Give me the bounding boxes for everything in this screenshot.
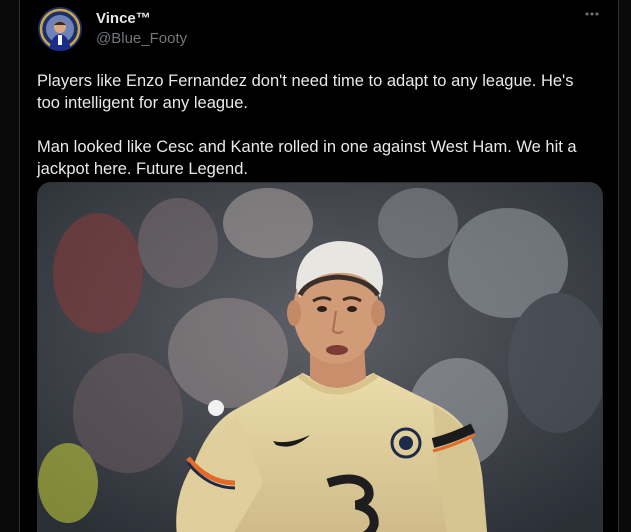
player-photo bbox=[38, 183, 602, 532]
tweet-paragraph-1: Players like Enzo Fernandez don't need t… bbox=[37, 72, 574, 112]
tweet-paragraph-2: Man looked like Cesc and Kante rolled in… bbox=[37, 138, 577, 178]
ellipsis-icon[interactable] bbox=[580, 6, 604, 28]
avatar-image bbox=[38, 7, 82, 51]
tweet-card[interactable]: Vince™ @Blue_Footy Players like Enzo Fer… bbox=[19, 0, 619, 532]
author-name[interactable]: Vince™ bbox=[96, 10, 151, 28]
author-handle[interactable]: @Blue_Footy bbox=[96, 30, 187, 48]
more-options-icon bbox=[585, 12, 599, 16]
tweet-media-photo[interactable] bbox=[37, 182, 603, 532]
avatar[interactable] bbox=[38, 7, 82, 51]
